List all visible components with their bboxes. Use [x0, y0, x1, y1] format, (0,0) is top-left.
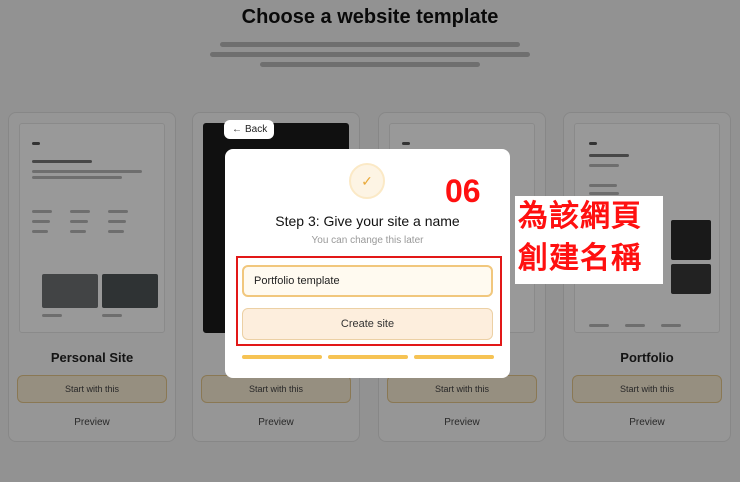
annotation-line-2: 創建名稱: [518, 241, 642, 276]
highlight-box: [236, 256, 502, 346]
step-progress: [242, 355, 494, 359]
annotation-line-1: 為該網頁: [518, 199, 642, 234]
progress-step-3: [414, 355, 494, 359]
check-icon: ✓: [361, 173, 373, 189]
back-label: Back: [245, 124, 268, 135]
dialog-subtitle: You can change this later: [311, 235, 424, 246]
progress-step-2: [328, 355, 408, 359]
progress-step-1: [242, 355, 322, 359]
name-site-dialog: ✓ 06 Step 3: Give your site a name You c…: [225, 149, 510, 378]
arrow-left-icon: ←: [232, 124, 242, 135]
step-complete-badge: ✓: [349, 163, 385, 199]
step-number-annotation: 06: [445, 173, 481, 209]
back-button[interactable]: ← Back: [224, 120, 274, 139]
dialog-title: Step 3: Give your site a name: [275, 213, 460, 229]
instruction-annotation: 為該網頁 創建名稱: [515, 196, 663, 284]
